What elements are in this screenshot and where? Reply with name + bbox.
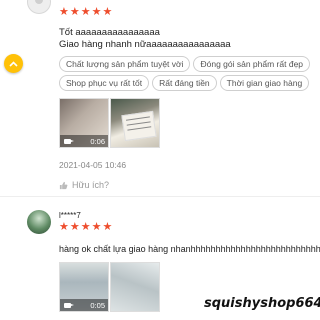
review-timestamp: 2021-04-05 10:46 xyxy=(59,160,127,170)
review-video-thumbnail[interactable]: 0:06 xyxy=(59,98,109,148)
camera-icon xyxy=(64,139,74,144)
tag-chip[interactable]: Shop phục vụ rất tốt xyxy=(59,75,150,91)
tag-chip[interactable]: Rất đáng tiền xyxy=(152,75,217,91)
helpful-label: Hữu ích? xyxy=(72,180,110,190)
star-icon: ★ xyxy=(102,221,113,233)
thumb-up-icon xyxy=(59,181,68,189)
star-icon: ★ xyxy=(80,6,91,18)
scroll-top-button[interactable] xyxy=(4,54,23,73)
star-icon: ★ xyxy=(59,221,69,233)
tag-row-2: Shop phục vụ rất tốt Rất đáng tiền Thời … xyxy=(59,75,310,91)
star-icon: ★ xyxy=(69,221,80,233)
review-text-line1: Tốt aaaaaaaaaaaaaaaa xyxy=(59,27,160,38)
watermark-text: squishyshop664 xyxy=(204,296,320,311)
star-icon: ★ xyxy=(59,6,69,18)
star-icon: ★ xyxy=(91,6,102,18)
camera-icon xyxy=(64,303,74,308)
rating-stars: ★ ★ ★ ★ ★ xyxy=(59,222,112,233)
chevron-up-icon xyxy=(9,60,18,67)
review-text-line2: Giao hàng nhanh nữaaaaaaaaaaaaaaaa xyxy=(59,39,231,50)
tag-chip[interactable]: Thời gian giao hàng xyxy=(219,75,310,91)
video-duration: 0:06 xyxy=(90,136,105,146)
review-image-thumbnail[interactable] xyxy=(110,98,160,148)
star-icon: ★ xyxy=(91,221,102,233)
review-image-thumbnail[interactable] xyxy=(110,262,160,312)
tag-row-1: Chất lượng sản phẩm tuyệt vời Đóng gói s… xyxy=(59,56,311,72)
reviewer-avatar xyxy=(27,210,51,234)
review-text: hàng ok chất lựa giao hàng nhanhhhhhhhhh… xyxy=(59,244,320,254)
video-duration: 0:05 xyxy=(90,300,105,310)
star-icon: ★ xyxy=(69,6,80,18)
helpful-button[interactable]: Hữu ích? xyxy=(59,180,109,190)
star-icon: ★ xyxy=(80,221,91,233)
tag-chip[interactable]: Đóng gói sản phẩm rất đẹp xyxy=(193,56,311,72)
review-video-thumbnail[interactable]: 0:05 xyxy=(59,262,109,312)
star-icon: ★ xyxy=(102,6,113,18)
tag-chip[interactable]: Chất lượng sản phẩm tuyệt vời xyxy=(59,56,191,72)
review-divider xyxy=(0,196,320,197)
rating-stars: ★ ★ ★ ★ ★ xyxy=(59,7,112,18)
reviewer-avatar xyxy=(27,0,51,14)
